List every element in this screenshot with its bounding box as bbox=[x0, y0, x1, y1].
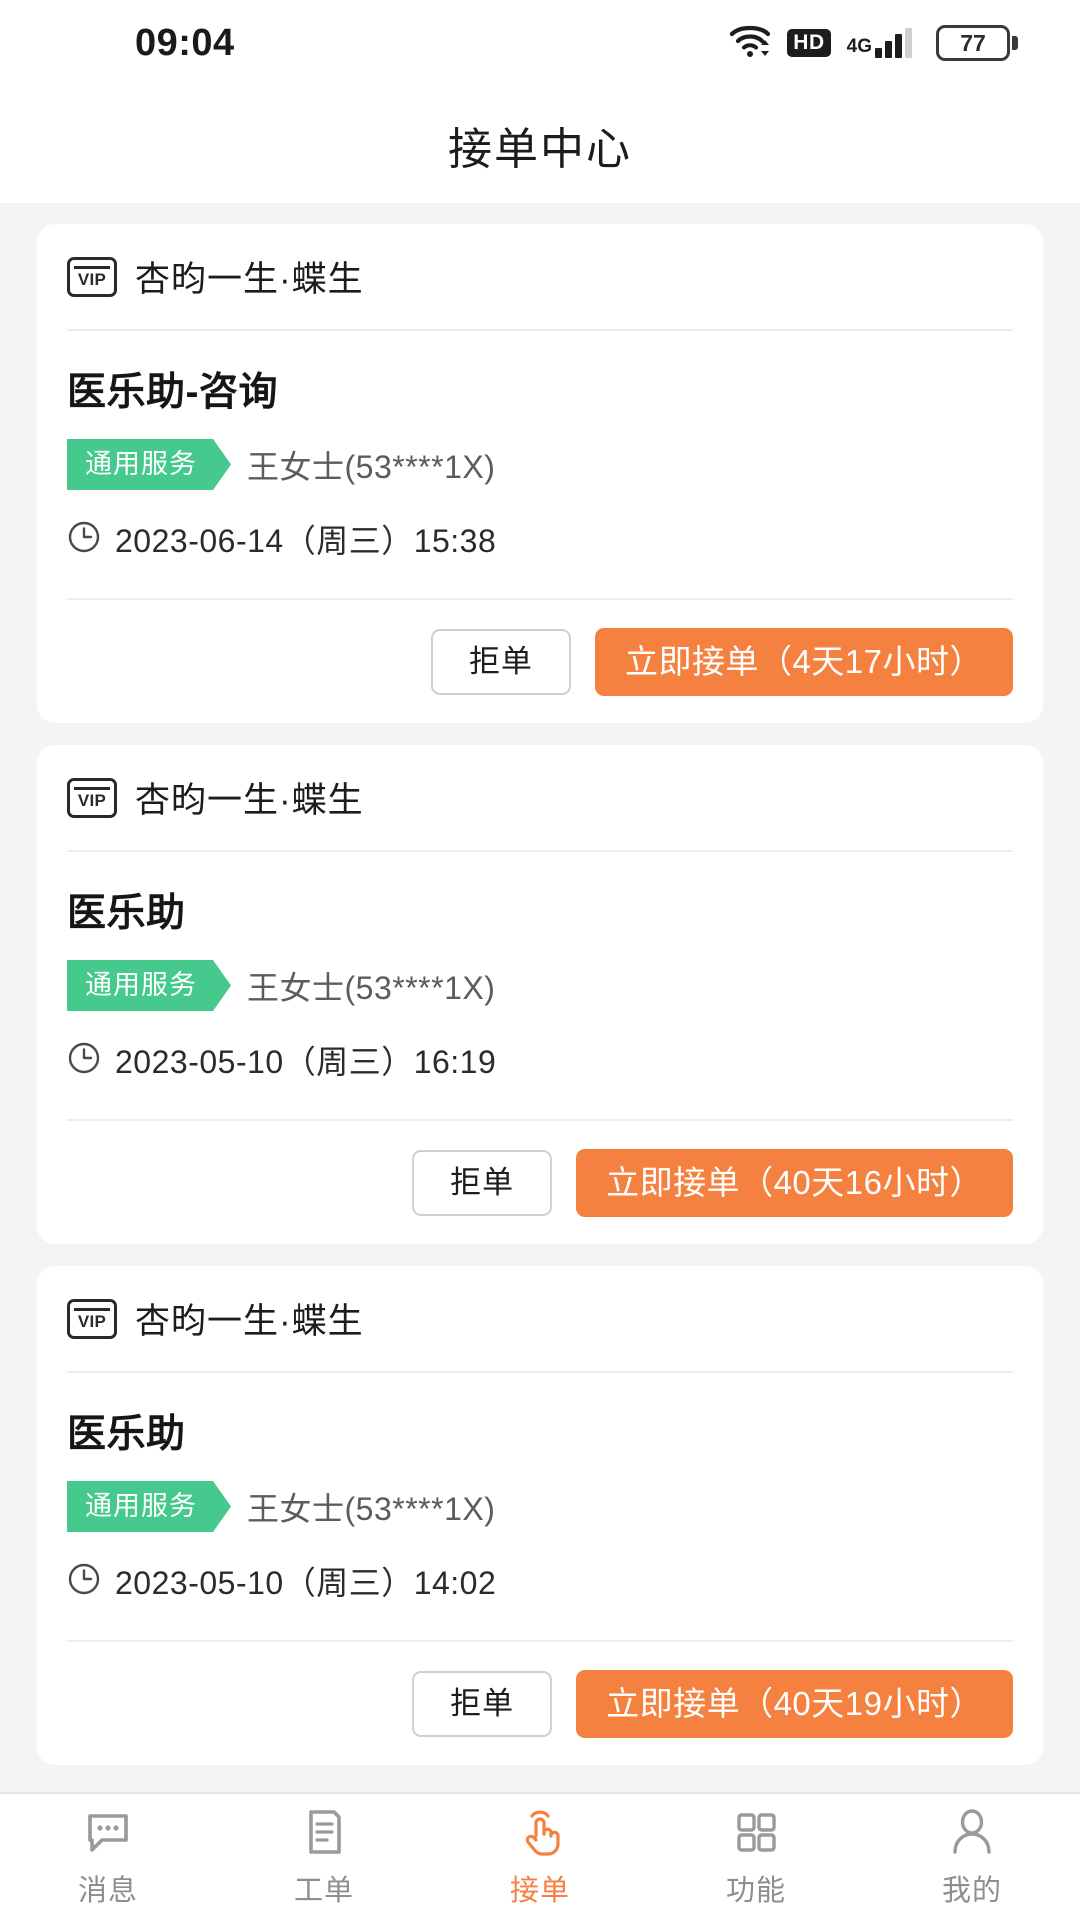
tab-label: 接单 bbox=[509, 1874, 570, 1907]
vip-label: VIP bbox=[77, 790, 107, 810]
appointment-row: 2023-05-10（周三）16:19 bbox=[67, 1037, 1013, 1111]
person-icon bbox=[946, 1806, 998, 1858]
appointment-row: 2023-05-10（周三）14:02 bbox=[67, 1558, 1013, 1632]
document-icon bbox=[298, 1806, 350, 1858]
wifi-icon bbox=[729, 24, 771, 63]
customer-name: 王女士(53****1X) bbox=[247, 448, 496, 485]
order-list[interactable]: VIP 杏昀一生·蝶生 医乐助-咨询 通用服务 王女士(53****1X) 20… bbox=[0, 203, 1080, 1792]
reject-order-button[interactable]: 拒单 bbox=[412, 1670, 553, 1737]
vip-label: VIP bbox=[77, 269, 107, 289]
order-card-header: VIP 杏昀一生·蝶生 bbox=[67, 745, 1013, 852]
order-card-body: 医乐助 通用服务 王女士(53****1X) 2023-05-10（周三）16:… bbox=[67, 852, 1013, 1119]
service-type-badge: 通用服务 bbox=[67, 439, 231, 490]
order-card-header: VIP 杏昀一生·蝶生 bbox=[67, 224, 1013, 331]
battery-icon: 77 bbox=[936, 25, 1018, 61]
customer-row: 通用服务 王女士(53****1X) bbox=[67, 1481, 1013, 1532]
bottom-navigation: 消息 工单 接单 功能 我的 bbox=[0, 1792, 1080, 1920]
vip-icon: VIP bbox=[67, 256, 117, 297]
order-card[interactable]: VIP 杏昀一生·蝶生 医乐助-咨询 通用服务 王女士(53****1X) 20… bbox=[37, 224, 1043, 723]
battery-body: 77 bbox=[936, 25, 1010, 61]
merchant-name: 杏昀一生·蝶生 bbox=[135, 1302, 364, 1341]
tab-work-orders[interactable]: 工单 bbox=[216, 1806, 432, 1909]
merchant-name: 杏昀一生·蝶生 bbox=[135, 781, 364, 820]
network-type-label: 4G bbox=[846, 36, 872, 57]
status-icon-group: HD 4G 77 bbox=[729, 24, 1018, 63]
order-card-actions: 拒单 立即接单（40天19小时） bbox=[67, 1640, 1013, 1765]
service-type-badge: 通用服务 bbox=[67, 1481, 231, 1532]
clock-icon bbox=[67, 1041, 101, 1080]
customer-row: 通用服务 王女士(53****1X) bbox=[67, 960, 1013, 1011]
tab-messages[interactable]: 消息 bbox=[0, 1806, 216, 1909]
tap-hand-icon bbox=[514, 1806, 566, 1858]
signal-bars bbox=[875, 28, 912, 58]
tab-label: 功能 bbox=[725, 1874, 786, 1907]
service-title: 医乐助 bbox=[67, 892, 186, 935]
service-title: 医乐助 bbox=[67, 1413, 186, 1456]
app-root: 09:04 HD 4G 77 接单中心 VIP 杏昀一生·蝶生 医乐助-咨询 通… bbox=[0, 0, 1080, 1920]
clock-icon bbox=[67, 1562, 101, 1601]
battery-level: 77 bbox=[960, 29, 986, 56]
clock-icon bbox=[67, 520, 101, 559]
tab-label: 我的 bbox=[941, 1874, 1002, 1907]
order-card[interactable]: VIP 杏昀一生·蝶生 医乐助 通用服务 王女士(53****1X) 2023-… bbox=[37, 745, 1043, 1244]
battery-cap bbox=[1012, 36, 1018, 50]
accept-order-button[interactable]: 立即接单（40天19小时） bbox=[576, 1669, 1013, 1738]
signal-4g-icon: 4G bbox=[847, 28, 912, 58]
page-title: 接单中心 bbox=[448, 124, 632, 174]
customer-name: 王女士(53****1X) bbox=[247, 969, 496, 1006]
customer-row: 通用服务 王女士(53****1X) bbox=[67, 439, 1013, 490]
vip-icon: VIP bbox=[67, 777, 117, 818]
customer-name: 王女士(53****1X) bbox=[247, 1490, 496, 1527]
order-card-body: 医乐助 通用服务 王女士(53****1X) 2023-05-10（周三）14:… bbox=[67, 1373, 1013, 1640]
chat-bubble-icon bbox=[82, 1806, 134, 1858]
accept-order-button[interactable]: 立即接单（40天16小时） bbox=[576, 1148, 1013, 1217]
page-header: 接单中心 bbox=[0, 86, 1080, 203]
vip-icon: VIP bbox=[67, 1298, 117, 1339]
reject-order-button[interactable]: 拒单 bbox=[430, 628, 571, 695]
order-card-actions: 拒单 立即接单（40天16小时） bbox=[67, 1119, 1013, 1244]
order-card-header: VIP 杏昀一生·蝶生 bbox=[67, 1266, 1013, 1373]
hd-icon: HD bbox=[787, 29, 831, 57]
merchant-name: 杏昀一生·蝶生 bbox=[135, 260, 364, 299]
status-bar: 09:04 HD 4G 77 bbox=[0, 0, 1080, 86]
grid-icon bbox=[730, 1806, 782, 1858]
vip-label: VIP bbox=[77, 1311, 107, 1331]
order-card-body: 医乐助-咨询 通用服务 王女士(53****1X) 2023-06-14（周三）… bbox=[67, 331, 1013, 598]
service-title: 医乐助-咨询 bbox=[67, 371, 278, 414]
tab-label: 工单 bbox=[293, 1874, 354, 1907]
appointment-datetime: 2023-06-14（周三）15:38 bbox=[115, 523, 497, 559]
order-card-actions: 拒单 立即接单（4天17小时） bbox=[67, 598, 1013, 723]
service-type-badge: 通用服务 bbox=[67, 960, 231, 1011]
tab-label: 消息 bbox=[77, 1874, 138, 1907]
reject-order-button[interactable]: 拒单 bbox=[412, 1149, 553, 1216]
appointment-row: 2023-06-14（周三）15:38 bbox=[67, 516, 1013, 590]
appointment-datetime: 2023-05-10（周三）16:19 bbox=[115, 1044, 497, 1080]
order-card[interactable]: VIP 杏昀一生·蝶生 医乐助 通用服务 王女士(53****1X) 2023-… bbox=[37, 1266, 1043, 1765]
tab-accept-orders[interactable]: 接单 bbox=[432, 1806, 648, 1909]
tab-profile[interactable]: 我的 bbox=[864, 1806, 1080, 1909]
appointment-datetime: 2023-05-10（周三）14:02 bbox=[115, 1565, 497, 1601]
status-clock: 09:04 bbox=[135, 21, 235, 64]
accept-order-button[interactable]: 立即接单（4天17小时） bbox=[594, 627, 1013, 696]
tab-functions[interactable]: 功能 bbox=[648, 1806, 864, 1909]
